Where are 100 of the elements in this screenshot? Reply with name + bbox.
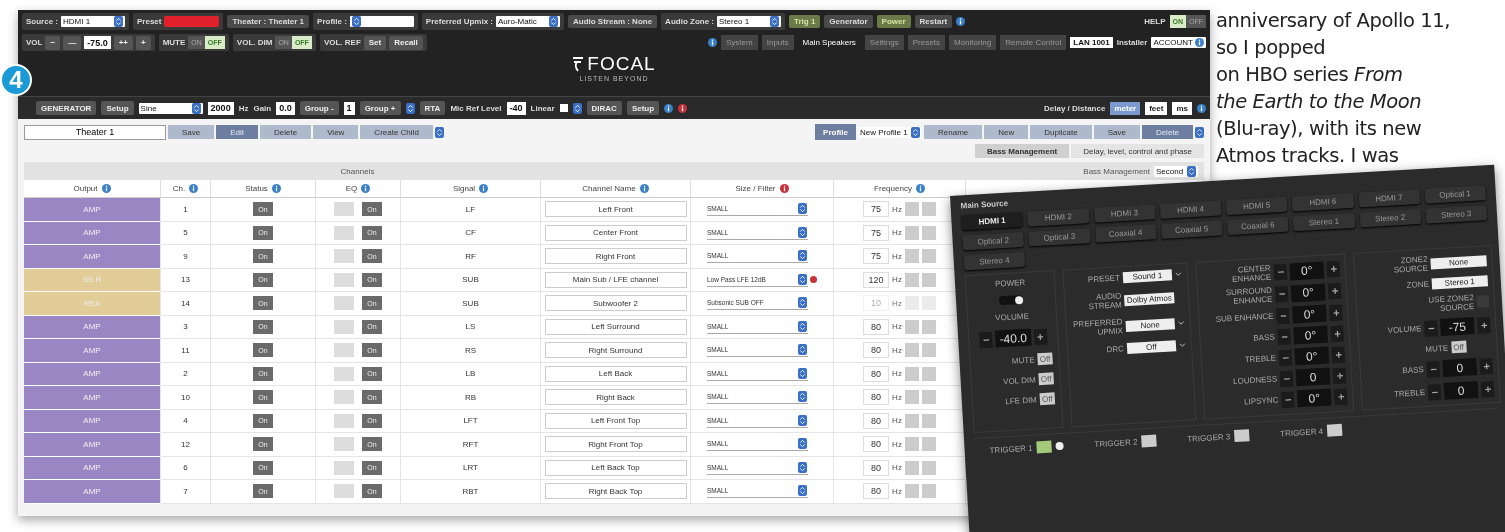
rta-button[interactable]: RTA [419, 101, 446, 115]
toolbar-button[interactable]: Group - [299, 101, 339, 115]
setting-dropdown[interactable]: Stereo 1 [1431, 275, 1489, 290]
dropdown[interactable]: Auro-Matic [496, 16, 560, 27]
gain-field[interactable]: 0.0 [276, 101, 295, 115]
toggle-button[interactable]: Off [1038, 372, 1054, 386]
channel-name-field[interactable]: Right Back Top [544, 483, 687, 500]
volume-button[interactable]: + [136, 35, 151, 50]
trigger-button[interactable] [1233, 429, 1250, 442]
eq-checkbox[interactable] [334, 319, 354, 334]
channel-name-field[interactable]: Right Front Top [544, 436, 687, 453]
source-button[interactable]: Coaxial 6 [1226, 216, 1289, 236]
lan-field[interactable]: LAN 1001 [1070, 37, 1113, 48]
nav-tab[interactable]: Presets [907, 35, 945, 50]
plus-button[interactable] [1333, 388, 1348, 405]
toolbar-button[interactable]: Theater : Theater 1 [227, 15, 310, 28]
source-button[interactable]: Stereo 3 [1425, 205, 1488, 224]
channel-name-field[interactable]: Left Front [544, 201, 687, 218]
plus-button[interactable] [1479, 357, 1494, 375]
setting-dropdown[interactable]: None [1430, 254, 1487, 269]
source-button[interactable]: Stereo 4 [963, 251, 1026, 271]
action-button[interactable]: Delete [260, 125, 312, 139]
nav-tab[interactable]: Monitoring [948, 35, 997, 50]
channel-name-field[interactable]: Center Front [544, 224, 687, 241]
info-icon[interactable] [956, 17, 966, 26]
setting-dropdown[interactable]: None [1125, 317, 1175, 332]
minus-button[interactable] [1426, 360, 1441, 378]
setting-field[interactable]: Dolby Atmos [1124, 291, 1175, 306]
source-button[interactable]: Optical 2 [962, 231, 1025, 251]
plus-button[interactable] [1331, 346, 1346, 363]
frequency-field[interactable]: 80 [863, 389, 890, 406]
eq-checkbox[interactable] [334, 272, 354, 287]
frequency-field[interactable]: 120 [863, 271, 890, 288]
toolbar-button[interactable]: Power [876, 15, 911, 28]
setting-dropdown[interactable]: Sound 1 [1122, 269, 1173, 284]
plus-button[interactable] [1480, 380, 1495, 398]
minus-button[interactable] [1276, 307, 1290, 324]
nav-tab[interactable]: Inputs [761, 35, 794, 50]
bass-mode-dropdown[interactable]: Second [1154, 165, 1198, 177]
volume-button[interactable]: — [63, 35, 82, 50]
plus-button[interactable] [1330, 325, 1344, 342]
action-button[interactable]: Duplicate [1030, 125, 1092, 139]
nav-tab[interactable]: Settings [864, 35, 904, 50]
dropdown-arrow-icon[interactable] [572, 102, 582, 114]
frequency-field[interactable]: 80 [863, 459, 890, 476]
dropdown[interactable]: Stereo 1 [717, 16, 781, 27]
volume-button[interactable]: ++ [113, 35, 133, 50]
vol-ref-button[interactable]: Set [363, 35, 387, 50]
plus-button[interactable] [1033, 328, 1048, 345]
frequency-field[interactable]: 80 [863, 318, 890, 335]
toolbar-button[interactable]: Group + [359, 101, 401, 115]
chevron-down-icon[interactable] [1177, 320, 1185, 326]
eq-checkbox[interactable] [334, 202, 354, 217]
frequency-field[interactable]: 80 [863, 365, 890, 382]
channel-name-field[interactable]: Left Back Top [544, 459, 687, 476]
group-field[interactable]: 1 [343, 101, 355, 115]
trigger-button[interactable] [1326, 423, 1343, 437]
channel-name-field[interactable]: Left Front Top [544, 412, 687, 429]
source-button[interactable]: Coaxial 5 [1160, 220, 1223, 239]
plus-button[interactable] [1327, 282, 1342, 300]
minus-button[interactable] [1273, 263, 1288, 281]
warning-icon[interactable] [678, 103, 688, 113]
frequency-field[interactable]: 75 [863, 248, 890, 265]
volume-button[interactable]: − [45, 35, 61, 50]
channel-name-field[interactable]: Left Back [544, 365, 687, 382]
nav-tab[interactable]: Remote Control [1000, 35, 1067, 50]
linear-checkbox[interactable] [559, 104, 568, 112]
source-button[interactable]: Stereo 1 [1293, 212, 1355, 232]
dropdown[interactable]: HDMI 1 [61, 16, 125, 27]
generator-button[interactable]: GENERATOR [36, 101, 97, 115]
source-button[interactable]: HDMI 1 [961, 211, 1024, 231]
channel-name-field[interactable]: Left Surround [544, 318, 687, 335]
channel-name-field[interactable]: Right Back [544, 389, 687, 406]
toolbar-button[interactable]: Trig 1 [789, 15, 821, 28]
channel-name-field[interactable]: Right Surround [544, 342, 687, 359]
signal-dropdown[interactable]: Sine [138, 102, 203, 114]
installer-link[interactable]: Installer [1116, 38, 1148, 47]
source-button[interactable]: Stereo 2 [1359, 208, 1422, 228]
toggle-button[interactable]: Off [1450, 340, 1467, 354]
source-button[interactable]: HDMI 3 [1093, 204, 1156, 223]
plus-button[interactable] [1326, 260, 1341, 278]
frequency-field[interactable]: 80 [863, 483, 890, 500]
setup-button[interactable]: Setup [101, 101, 134, 115]
mic-level-field[interactable]: -40 [506, 101, 526, 115]
unit-option[interactable]: feet [1145, 101, 1168, 115]
trigger-button[interactable] [1141, 434, 1157, 448]
plus-button[interactable] [1332, 367, 1347, 384]
frequency-field[interactable]: 80 [863, 412, 890, 429]
tab[interactable]: Bass Management [974, 144, 1070, 158]
minus-button[interactable] [1278, 349, 1293, 366]
plus-button[interactable] [1328, 304, 1343, 321]
trigger-button[interactable] [1036, 440, 1052, 454]
eq-checkbox[interactable] [334, 390, 354, 405]
frequency-field[interactable]: 2000 [207, 101, 234, 115]
eq-checkbox[interactable] [334, 437, 354, 452]
frequency-field[interactable]: 80 [863, 342, 890, 359]
power-switch[interactable] [998, 294, 1024, 306]
action-button[interactable]: Save [1093, 125, 1140, 139]
minus-button[interactable] [979, 331, 994, 348]
eq-checkbox[interactable] [334, 343, 354, 358]
